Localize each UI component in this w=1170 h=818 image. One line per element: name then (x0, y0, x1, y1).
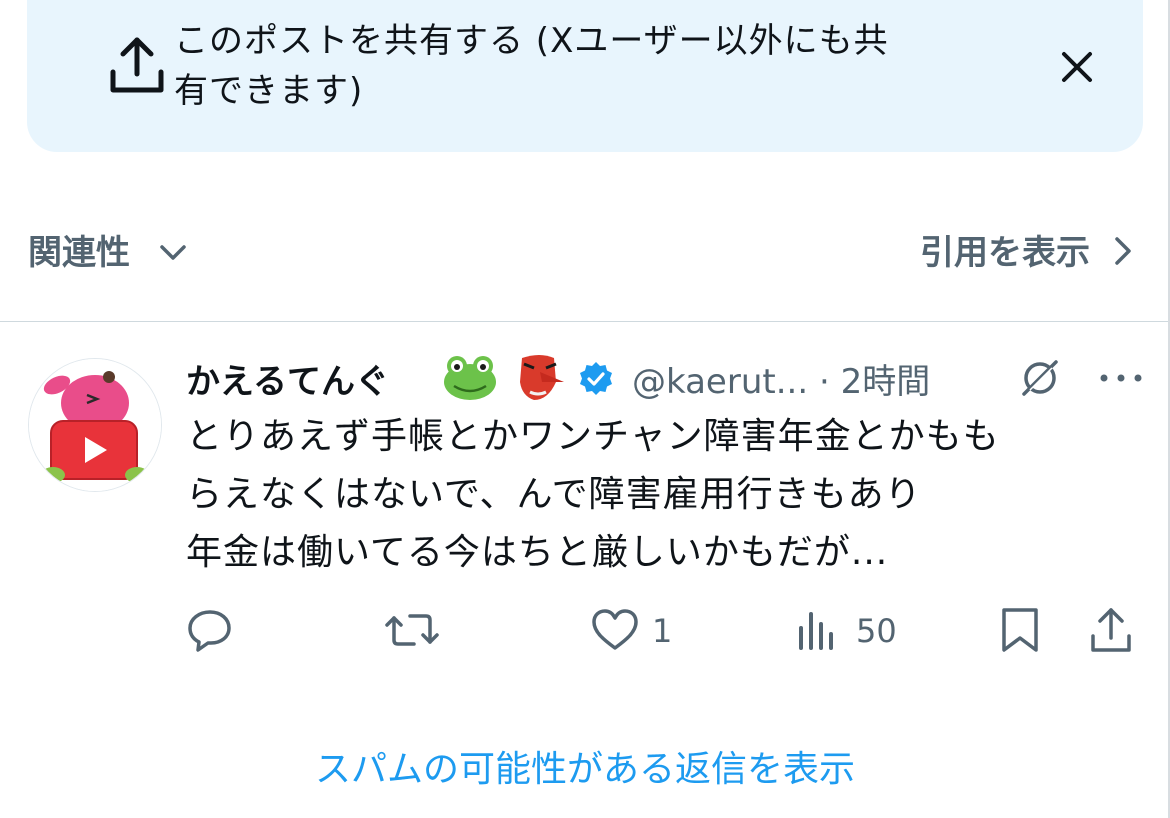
avatar[interactable] (28, 358, 162, 492)
views-button[interactable]: 50 (796, 600, 906, 660)
share-banner-text[interactable]: このポストを共有する (Xユーザー以外にも共 有できます) (174, 16, 994, 116)
view-quotes-link[interactable]: 引用を表示 (920, 225, 1090, 274)
verified-badge-icon (580, 362, 612, 395)
post-text-line: とりあえず手帳とかワンチャン障害年金とかもも (186, 416, 1000, 457)
chevron-right-icon[interactable] (1108, 233, 1138, 269)
like-button[interactable]: 1 (590, 600, 690, 660)
divider (0, 321, 1170, 322)
share-banner-text-line1: このポストを共有する (Xユーザー以外にも共 (174, 21, 889, 61)
post-text[interactable]: とりあえず手帳とかワンチャン障害年金とかもも らえなくはないで、んで障害雇用行き… (186, 408, 1136, 582)
repost-icon (385, 614, 439, 646)
heart-icon (592, 609, 638, 650)
bookmark-button[interactable] (998, 600, 1046, 660)
avatar-image (29, 359, 161, 491)
post-text-line: らえなくはないで、んで障害雇用行きもあり (186, 474, 922, 515)
share-icon (1091, 608, 1131, 652)
handle-timestamp: @kaerut... · 2時間 (632, 354, 930, 403)
user-handle[interactable]: @kaerut... (632, 362, 808, 402)
like-count: 1 (652, 612, 673, 650)
post-header: かえるてんぐ @kaerut... · 2時間 (186, 350, 1146, 406)
views-count: 50 (856, 612, 897, 650)
post-text-line: 年金は働いてる今はちと厳しいかもだが... (186, 532, 889, 573)
display-name[interactable]: かえるてんぐ (186, 354, 389, 403)
tengu-mask-icon (520, 355, 564, 400)
sort-dropdown-label[interactable]: 関連性 (28, 225, 130, 274)
views-chart-icon (799, 612, 833, 650)
sort-row: 関連性 引用を表示 (0, 215, 1170, 285)
grok-icon[interactable] (1018, 356, 1062, 400)
separator-dot: · (818, 362, 830, 402)
frog-emoji-icon (444, 356, 496, 400)
show-spam-replies-link[interactable]: スパムの可能性がある返信を表示 (0, 740, 1170, 792)
reply-button[interactable] (186, 600, 246, 660)
chevron-down-icon[interactable] (156, 235, 190, 269)
share-banner-text-line2: 有できます) (174, 71, 364, 111)
bookmark-icon (1002, 608, 1038, 652)
share-post-button[interactable] (1088, 600, 1136, 660)
repost-button[interactable] (384, 600, 444, 660)
reply-icon (188, 610, 231, 652)
close-icon[interactable] (1058, 48, 1096, 86)
more-options-icon[interactable] (1096, 368, 1146, 388)
share-icon[interactable] (109, 36, 165, 94)
post-timestamp[interactable]: 2時間 (841, 362, 931, 402)
post-actions: 1 50 (0, 600, 1170, 660)
